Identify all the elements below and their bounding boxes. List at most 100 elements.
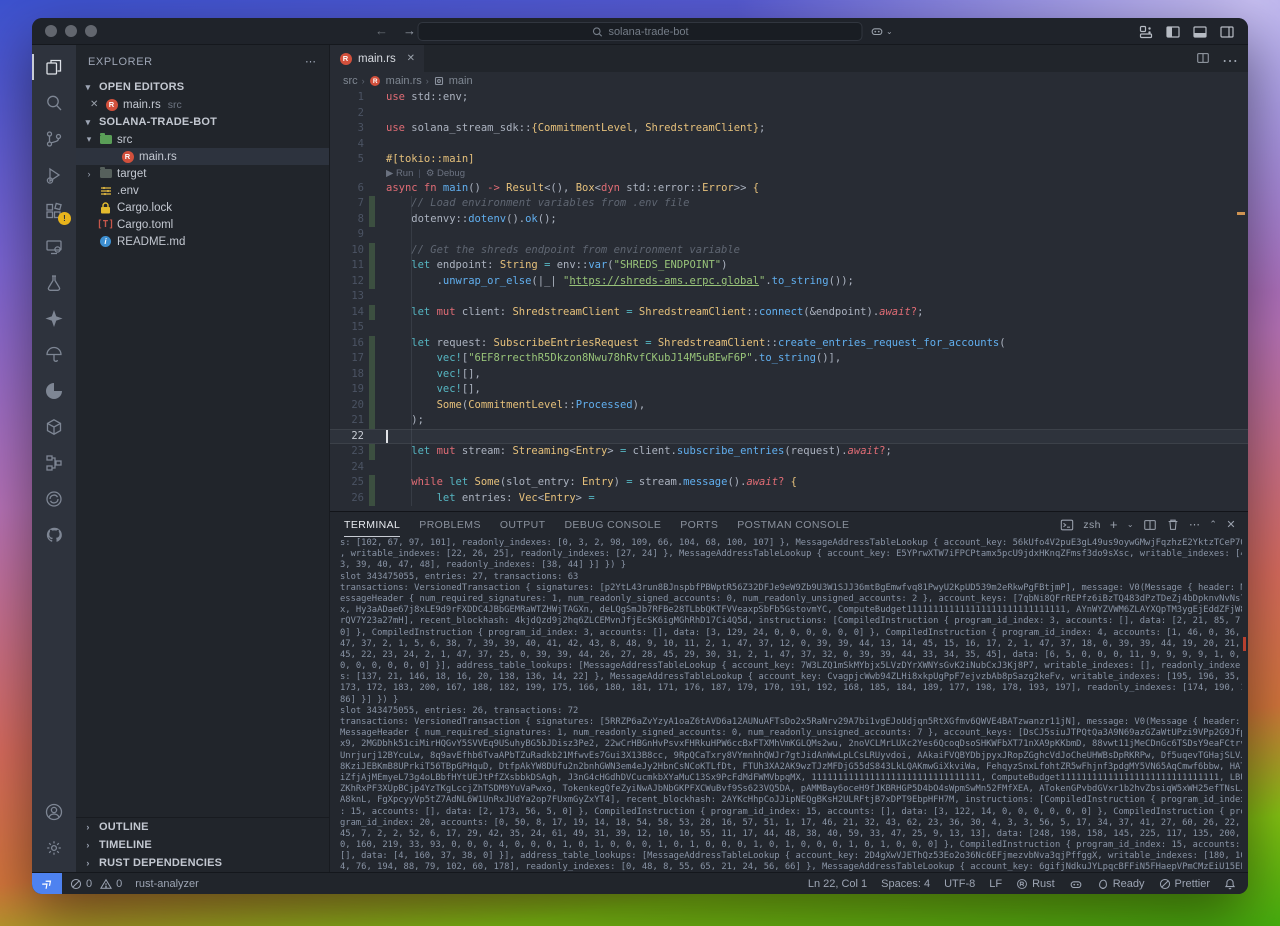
panel-tab-debug-console[interactable]: DEBUG CONSOLE — [564, 512, 661, 537]
code-line-22[interactable]: 22 — [330, 429, 1248, 445]
explorer-actions-icon[interactable]: ⋯ — [305, 55, 317, 68]
editor-more-actions-icon[interactable]: ⋯ — [1222, 51, 1238, 71]
code-line-15[interactable]: 15 — [330, 320, 1248, 336]
section-outline[interactable]: ›OUTLINE — [76, 818, 329, 836]
open-editor-main-rs[interactable]: ✕ R main.rs src — [76, 96, 329, 113]
code-line-13[interactable]: 13 — [330, 289, 1248, 305]
activity-search-icon[interactable] — [32, 85, 76, 121]
run-lens[interactable]: ▶ Run — [386, 166, 413, 182]
code-line-3[interactable]: 3use solana_stream_sdk::{CommitmentLevel… — [330, 121, 1248, 137]
breadcrumb-main-fn[interactable]: main — [449, 75, 473, 87]
rust-analyzer-status[interactable]: rust-analyzer — [135, 878, 199, 890]
cursor-position[interactable]: Ln 22, Col 1 — [808, 878, 867, 890]
activity-swirl-icon[interactable] — [32, 481, 76, 517]
code-line-4[interactable]: 4 — [330, 137, 1248, 153]
code-line-8[interactable]: 8 dotenvy::dotenv().ok(); — [330, 212, 1248, 228]
code-line-6[interactable]: 6async fn main() -> Result<(), Box<dyn s… — [330, 181, 1248, 197]
tree-item-readme-md[interactable]: iREADME.md — [76, 233, 329, 250]
code-editor[interactable]: 1use std::env;23use solana_stream_sdk::{… — [330, 90, 1248, 511]
ready-status[interactable]: Ready — [1097, 878, 1145, 890]
split-terminal-icon[interactable] — [1143, 518, 1157, 532]
panel-tab-postman-console[interactable]: POSTMAN CONSOLE — [737, 512, 849, 537]
panel-tab-problems[interactable]: PROBLEMS — [419, 512, 481, 537]
tree-item-main-rs[interactable]: Rmain.rs — [76, 148, 329, 165]
breadcrumb-src[interactable]: src — [343, 75, 358, 87]
code-line-17[interactable]: 17 vec!["6EF8rrecthR5Dkzon8Nwu78hRvfCKub… — [330, 351, 1248, 367]
project-section-header[interactable]: ▾ SOLANA-TRADE-BOT — [76, 113, 329, 131]
copilot-menu[interactable]: ⌄ — [870, 24, 893, 38]
breadcrumb[interactable]: src › R main.rs › main — [330, 72, 1248, 90]
copilot-status-icon[interactable] — [1069, 877, 1083, 891]
navigate-back-icon[interactable]: ← — [375, 23, 388, 38]
toggle-secondary-sidebar-icon[interactable] — [1219, 24, 1235, 40]
activity-explorer-icon[interactable] — [32, 49, 76, 85]
tree-item--env[interactable]: .env — [76, 182, 329, 199]
activity-run-debug-icon[interactable] — [32, 157, 76, 193]
terminal-output[interactable]: s: [102, 67, 97, 101], readonly_indexes:… — [330, 537, 1248, 872]
tree-item-target[interactable]: ›target — [76, 165, 329, 182]
code-line-16[interactable]: 16 let request: SubscribeEntriesRequest … — [330, 336, 1248, 352]
activity-github-icon[interactable] — [32, 517, 76, 553]
activity-hierarchy-icon[interactable] — [32, 445, 76, 481]
problems-status[interactable]: 0 0 — [70, 878, 122, 890]
code-line-23[interactable]: 23 let mut stream: Streaming<Entry> = cl… — [330, 444, 1248, 460]
indentation-status[interactable]: Spaces: 4 — [881, 878, 930, 890]
traffic-lights[interactable] — [45, 25, 97, 37]
code-line-9[interactable]: 9 — [330, 227, 1248, 243]
activity-account-icon[interactable] — [32, 794, 76, 830]
code-line-19[interactable]: 19 vec![], — [330, 382, 1248, 398]
language-mode[interactable]: Rust — [1016, 878, 1055, 890]
new-terminal-icon[interactable]: + — [1110, 517, 1118, 532]
code-line-2[interactable]: 2 — [330, 106, 1248, 122]
activity-pie-chart-icon[interactable] — [32, 373, 76, 409]
activity-umbrella-icon[interactable] — [32, 337, 76, 373]
panel-more-actions-icon[interactable]: ⋯ — [1189, 518, 1200, 531]
command-center-search[interactable]: solana-trade-bot — [418, 22, 863, 41]
code-line-7[interactable]: 7 // Load environment variables from .en… — [330, 196, 1248, 212]
code-lens[interactable]: ▶ Run|⚙ Debug — [330, 168, 1248, 181]
panel-tab-terminal[interactable]: TERMINAL — [344, 512, 400, 537]
section-timeline[interactable]: ›TIMELINE — [76, 836, 329, 854]
code-line-25[interactable]: 25 while let Some(slot_entry: Entry) = s… — [330, 475, 1248, 491]
toggle-sidebar-icon[interactable] — [1165, 24, 1181, 40]
code-line-18[interactable]: 18 vec![], — [330, 367, 1248, 383]
zoom-window-icon[interactable] — [85, 25, 97, 37]
encoding-status[interactable]: UTF-8 — [944, 878, 975, 890]
minimize-window-icon[interactable] — [65, 25, 77, 37]
prettier-status[interactable]: Prettier — [1159, 878, 1210, 890]
tab-main-rs[interactable]: R main.rs ✕ — [330, 45, 424, 72]
remote-indicator[interactable] — [32, 873, 62, 894]
toggle-panel-icon[interactable] — [1192, 24, 1208, 40]
tree-item-src[interactable]: ▾src — [76, 131, 329, 148]
customize-layout-icon[interactable] — [1138, 24, 1154, 40]
code-line-14[interactable]: 14 let mut client: ShredstreamClient = S… — [330, 305, 1248, 321]
code-line-5[interactable]: 5#[tokio::main] — [330, 152, 1248, 168]
close-tab-icon[interactable]: ✕ — [407, 53, 415, 64]
code-line-21[interactable]: 21 ); — [330, 413, 1248, 429]
code-line-1[interactable]: 1use std::env; — [330, 90, 1248, 106]
kill-terminal-icon[interactable] — [1166, 518, 1180, 532]
close-editor-icon[interactable]: ✕ — [90, 99, 100, 110]
debug-lens[interactable]: ⚙ Debug — [426, 166, 465, 182]
panel-tab-output[interactable]: OUTPUT — [500, 512, 546, 537]
panel-tab-ports[interactable]: PORTS — [680, 512, 718, 537]
notifications-bell-icon[interactable] — [1224, 878, 1236, 890]
activity-copilot-chat-icon[interactable] — [32, 301, 76, 337]
code-line-20[interactable]: 20 Some(CommitmentLevel::Processed), — [330, 398, 1248, 414]
split-editor-icon[interactable] — [1196, 51, 1210, 65]
section-rust-dependencies[interactable]: ›RUST DEPENDENCIES — [76, 854, 329, 872]
eol-status[interactable]: LF — [989, 878, 1002, 890]
tree-item-cargo-lock[interactable]: Cargo.lock — [76, 199, 329, 216]
maximize-panel-icon[interactable]: ⌃ — [1209, 519, 1217, 530]
code-line-12[interactable]: 12 .unwrap_or_else(|_| "https://shreds-a… — [330, 274, 1248, 290]
activity-extensions-icon[interactable]: ! — [32, 193, 76, 229]
open-editors-header[interactable]: ▾ OPEN EDITORS — [76, 78, 329, 96]
activity-source-control-icon[interactable] — [32, 121, 76, 157]
navigate-forward-icon[interactable]: → — [403, 23, 416, 38]
activity-testing-icon[interactable] — [32, 265, 76, 301]
breadcrumb-main-rs[interactable]: main.rs — [386, 75, 422, 87]
code-line-11[interactable]: 11 let endpoint: String = env::var("SHRE… — [330, 258, 1248, 274]
code-line-26[interactable]: 26 let entries: Vec<Entry> = — [330, 491, 1248, 507]
activity-remote-explorer-icon[interactable] — [32, 229, 76, 265]
code-line-10[interactable]: 10 // Get the shreds endpoint from envir… — [330, 243, 1248, 259]
